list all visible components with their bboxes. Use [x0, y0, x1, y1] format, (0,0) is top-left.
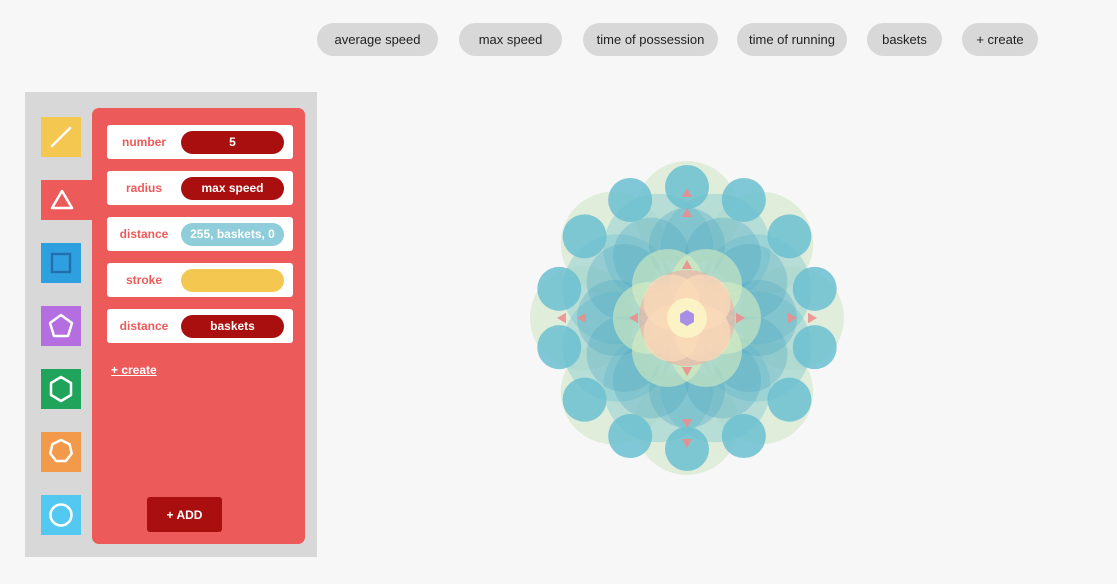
heptagon-tool[interactable] [41, 432, 81, 472]
property-value[interactable]: max speed [181, 177, 284, 200]
perimeter-teal-circle [721, 414, 766, 459]
property-label: number [121, 135, 166, 149]
property-label: stroke [125, 273, 163, 287]
property-value[interactable]: 5 [181, 131, 284, 154]
perimeter-teal-circle [665, 165, 709, 209]
pill-average-speed[interactable]: average speed [317, 23, 438, 56]
pill-create[interactable]: + create [962, 23, 1038, 56]
add-shape-button[interactable]: + ADD [147, 497, 222, 532]
perimeter-teal-circle [562, 214, 607, 259]
property-label: distance [119, 319, 169, 333]
pill-max-speed[interactable]: max speed [459, 23, 562, 56]
shape-tool-panel: number 5 radius max speed distance 255, … [25, 92, 317, 557]
property-label: radius [125, 181, 162, 195]
property-row-distance-2: distance baskets [107, 309, 293, 343]
mandala-graphic [530, 161, 844, 475]
line-icon [50, 126, 72, 148]
hexagon-icon [49, 375, 73, 403]
shape-properties-card: number 5 radius max speed distance 255, … [92, 108, 305, 544]
hexagon-tool[interactable] [41, 369, 81, 409]
property-row-distance: distance 255, baskets, 0 [107, 217, 293, 251]
pill-time-of-running[interactable]: time of running [737, 23, 847, 56]
triangle-tool[interactable] [41, 180, 97, 220]
property-row-stroke: stroke [107, 263, 293, 297]
perimeter-teal-circle [665, 427, 709, 471]
pentagon-icon [48, 313, 74, 338]
visualization-canvas[interactable] [520, 150, 860, 490]
line-tool[interactable] [41, 117, 81, 157]
pill-baskets[interactable]: baskets [867, 23, 942, 56]
perimeter-teal-circle [608, 177, 653, 222]
triangle-icon [50, 189, 74, 210]
pill-time-of-possession[interactable]: time of possession [583, 23, 718, 56]
perimeter-teal-circle [767, 377, 812, 422]
perimeter-teal-circle [562, 377, 607, 422]
square-tool[interactable] [41, 243, 81, 283]
property-row-number: number 5 [107, 125, 293, 159]
circle-tool[interactable] [41, 495, 81, 535]
perimeter-teal-circle [608, 414, 653, 459]
perimeter-teal-circle [721, 177, 766, 222]
perimeter-teal-circle [537, 325, 582, 370]
square-icon [50, 252, 72, 274]
stroke-color-swatch[interactable] [181, 269, 284, 292]
perimeter-teal-circle [767, 214, 812, 259]
create-property-link[interactable]: + create [111, 363, 157, 377]
perimeter-teal-circle [537, 266, 582, 311]
circle-icon [49, 503, 73, 527]
property-label: distance [119, 227, 169, 241]
property-value[interactable]: baskets [181, 315, 284, 338]
pentagon-tool[interactable] [41, 306, 81, 346]
property-row-radius: radius max speed [107, 171, 293, 205]
heptagon-icon [49, 438, 73, 463]
property-value[interactable]: 255, baskets, 0 [181, 223, 284, 246]
perimeter-teal-circle [792, 266, 837, 311]
perimeter-teal-circle [792, 325, 837, 370]
